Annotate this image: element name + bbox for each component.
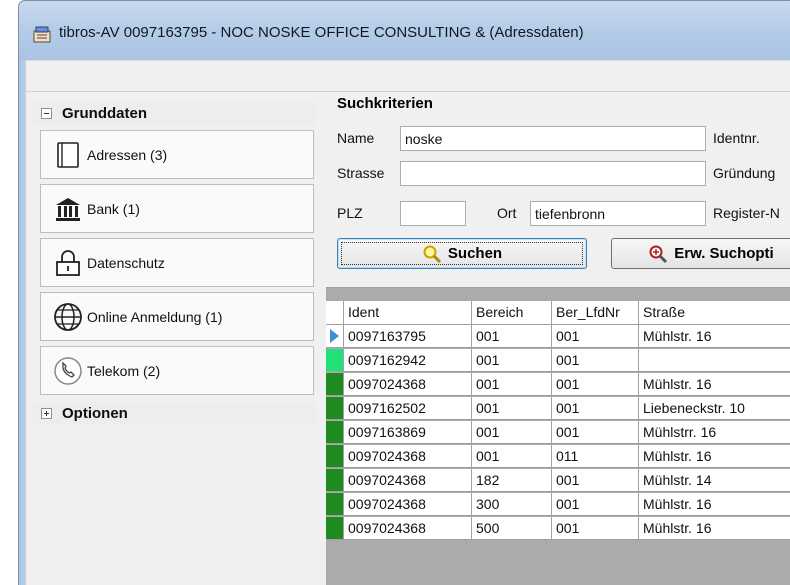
strasse-label: Strasse: [337, 165, 385, 181]
gruendung-label: Gründung: [713, 165, 776, 181]
globe-icon: [53, 302, 83, 332]
nav-item-datenschutz[interactable]: Datenschutz: [40, 238, 314, 287]
grid-cell-bereich[interactable]: 182: [472, 469, 552, 492]
grid-cell-lfdnr[interactable]: 001: [552, 349, 639, 372]
row-marker[interactable]: [326, 325, 344, 348]
grid-cell-bereich[interactable]: 001: [472, 397, 552, 420]
grid-cell-bereich[interactable]: 500: [472, 517, 552, 540]
identnr-label: Identnr.: [713, 130, 760, 146]
menu-bar: [26, 60, 790, 92]
grid-cell-bereich[interactable]: 001: [472, 349, 552, 372]
nav-item-label: Telekom (2): [87, 362, 161, 379]
grid-cell-lfdnr[interactable]: 001: [552, 397, 639, 420]
window-titlebar: tibros-AV 0097163795 - NOC NOSKE OFFICE …: [18, 0, 790, 60]
grid-cell-ident[interactable]: 0097162942: [344, 349, 472, 372]
bank-icon: [53, 194, 83, 224]
ort-field[interactable]: [530, 201, 706, 226]
name-label: Name: [337, 130, 375, 146]
collapse-icon[interactable]: [41, 108, 52, 119]
column-header-strasse[interactable]: Straße: [639, 301, 790, 325]
focus-rect: [341, 242, 583, 265]
grid-cell-strasse[interactable]: Mühlstr. 14: [639, 469, 790, 492]
grid-cell-strasse[interactable]: Mühlstr. 16: [639, 373, 790, 396]
grid-corner: [326, 301, 344, 325]
app-icon[interactable]: [33, 26, 51, 44]
plz-field[interactable]: [400, 201, 466, 226]
name-field[interactable]: [400, 126, 706, 151]
column-header-bereich[interactable]: Bereich: [472, 301, 552, 325]
grid-cell-lfdnr[interactable]: 001: [552, 493, 639, 516]
grid-cell-ident[interactable]: 0097024368: [344, 517, 472, 540]
row-marker[interactable]: [326, 421, 344, 444]
grid-cell-ident[interactable]: 0097024368: [344, 445, 472, 468]
grid-cell-lfdnr[interactable]: 001: [552, 325, 639, 348]
window-frame-left: [18, 60, 26, 585]
grid-cell-bereich[interactable]: 001: [472, 325, 552, 348]
grid-cell-ident[interactable]: 0097024368: [344, 493, 472, 516]
grid-cell-lfdnr[interactable]: 011: [552, 445, 639, 468]
register-label: Register-N: [713, 205, 780, 221]
column-header-ber-lfdnr[interactable]: Ber_LfdNr: [552, 301, 639, 325]
row-marker[interactable]: [326, 445, 344, 468]
grid-cell-ident[interactable]: 0097163795: [344, 325, 472, 348]
grid-cell-bereich[interactable]: 001: [472, 445, 552, 468]
search-button[interactable]: Suchen: [337, 238, 587, 269]
address-book-icon: [53, 140, 83, 170]
phone-icon: [53, 356, 83, 386]
grid-cell-lfdnr[interactable]: 001: [552, 469, 639, 492]
nav-item-label: Adressen (3): [87, 146, 168, 163]
group-header-grunddaten[interactable]: Grunddaten: [32, 102, 315, 125]
nav-item-adressen[interactable]: Adressen (3): [40, 130, 314, 179]
nav-item-bank[interactable]: Bank (1): [40, 184, 314, 233]
grid-cell-strasse[interactable]: Mühlstr. 16: [639, 493, 790, 516]
grid-cell-lfdnr[interactable]: 001: [552, 517, 639, 540]
grid-cell-strasse[interactable]: Mühlstr. 16: [639, 325, 790, 348]
extended-search-label: Erw. Suchopti: [674, 245, 774, 262]
plz-label: PLZ: [337, 205, 363, 221]
search-header: Suchkriterien: [337, 95, 433, 112]
row-marker[interactable]: [326, 397, 344, 420]
column-header-ident[interactable]: Ident: [344, 301, 472, 325]
row-marker[interactable]: [326, 493, 344, 516]
group-label: Optionen: [62, 405, 128, 422]
strasse-field[interactable]: [400, 161, 706, 186]
extended-search-button[interactable]: Erw. Suchopti: [611, 238, 790, 269]
nav-item-telekom[interactable]: Telekom (2): [40, 346, 314, 395]
navigation-panel: Grunddaten Adressen (3) Bank (1) Datensc…: [32, 102, 315, 585]
group-label: Grunddaten: [62, 105, 147, 122]
row-marker[interactable]: [326, 469, 344, 492]
grid-cell-ident[interactable]: 0097163869: [344, 421, 472, 444]
window-title: tibros-AV 0097163795 - NOC NOSKE OFFICE …: [59, 24, 584, 41]
nav-item-label: Bank (1): [87, 200, 140, 217]
row-marker[interactable]: [326, 373, 344, 396]
grid-cell-ident[interactable]: 0097024368: [344, 373, 472, 396]
current-row-arrow-icon: [330, 329, 339, 343]
grid-cell-lfdnr[interactable]: 001: [552, 373, 639, 396]
row-marker[interactable]: [326, 349, 344, 372]
expand-icon[interactable]: [41, 408, 52, 419]
ort-label: Ort: [497, 205, 517, 221]
grid-cell-strasse[interactable]: Mühlstr. 16: [639, 445, 790, 468]
nav-item-label: Datenschutz: [87, 254, 165, 271]
zoom-in-icon: [649, 245, 668, 263]
grid-cell-ident[interactable]: 0097162502: [344, 397, 472, 420]
grid-cell-bereich[interactable]: 001: [472, 421, 552, 444]
nav-item-online-anmeldung[interactable]: Online Anmeldung (1): [40, 292, 314, 341]
grid-cell-strasse[interactable]: [639, 349, 790, 372]
nav-item-label: Online Anmeldung (1): [87, 308, 223, 325]
grid-cell-ident[interactable]: 0097024368: [344, 469, 472, 492]
grid-cell-bereich[interactable]: 300: [472, 493, 552, 516]
grid-cell-strasse[interactable]: Liebeneckstr. 10: [639, 397, 790, 420]
grid-cell-strasse[interactable]: Mühlstrr. 16: [639, 421, 790, 444]
lock-icon: [53, 248, 83, 278]
group-header-optionen[interactable]: Optionen: [32, 402, 315, 425]
grid-cell-bereich[interactable]: 001: [472, 373, 552, 396]
row-marker[interactable]: [326, 517, 344, 540]
grid-cell-lfdnr[interactable]: 001: [552, 421, 639, 444]
grid-cell-strasse[interactable]: Mühlstr. 16: [639, 517, 790, 540]
